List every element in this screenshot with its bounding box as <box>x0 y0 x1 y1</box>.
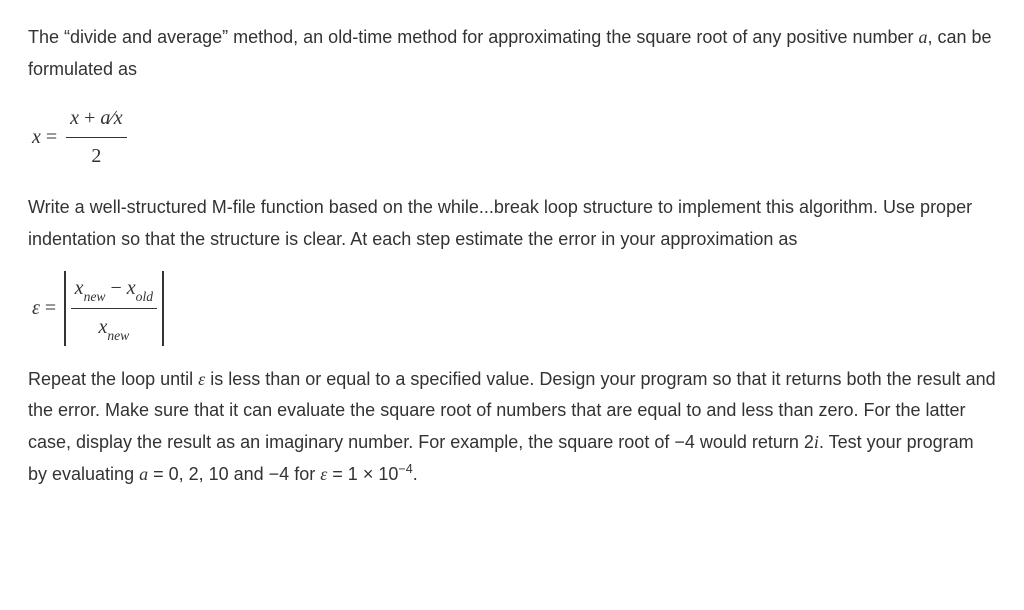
abs-bar-left <box>64 271 66 346</box>
eq2-abs: xnew − xold xnew <box>62 271 165 346</box>
eq2-minus: − <box>105 277 126 299</box>
eq2-den-sub: new <box>107 328 129 343</box>
text-close-5: = 1 × 10 <box>327 464 398 484</box>
eq1-num-x: x <box>70 107 79 129</box>
eq1-num-x2: x <box>114 107 123 129</box>
eq1-num-a: a <box>100 107 110 129</box>
eq2-lhs: ε = <box>32 291 56 326</box>
eq2-sub-old: old <box>136 289 153 304</box>
equation-error: ε = xnew − xold xnew <box>32 271 992 346</box>
eq2-fraction: xnew − xold xnew <box>71 271 157 346</box>
eq1-plus: + <box>79 107 100 129</box>
eq1-var-x-lhs: x <box>32 126 41 148</box>
eq2-xnew: x <box>75 277 84 299</box>
eq2-den-x: x <box>98 316 107 338</box>
text-close-1: Repeat the loop until <box>28 369 198 389</box>
paragraph-instructions: Write a well-structured M-file function … <box>28 192 996 255</box>
variable-a-2: a <box>139 464 148 484</box>
eq1-denominator: 2 <box>87 138 105 174</box>
eq2-xold: x <box>127 277 136 299</box>
eq2-denominator: xnew <box>94 309 133 346</box>
text-intro-1: The “divide and average” method, an old-… <box>28 27 919 47</box>
variable-a: a <box>919 27 928 47</box>
exponent-neg4: −4 <box>398 462 412 476</box>
eq1-numerator: x + a∕x <box>66 101 126 138</box>
eq2-epsilon: ε <box>32 297 40 319</box>
text-close-4: = 0, 2, 10 and −4 for <box>148 464 320 484</box>
paragraph-intro: The “divide and average” method, an old-… <box>28 22 996 85</box>
equation-iterate: x = x + a∕x 2 <box>32 101 992 174</box>
eq1-equals: = <box>41 126 57 148</box>
eq2-sub-new: new <box>84 289 106 304</box>
eq1-fraction: x + a∕x 2 <box>66 101 126 174</box>
eq2-equals: = <box>40 297 56 319</box>
abs-bar-right <box>162 271 164 346</box>
eq1-lhs: x = <box>32 120 57 155</box>
text-close-6: . <box>413 464 418 484</box>
paragraph-closing: Repeat the loop until ε is less than or … <box>28 364 996 491</box>
eq2-numerator: xnew − xold <box>71 271 157 309</box>
